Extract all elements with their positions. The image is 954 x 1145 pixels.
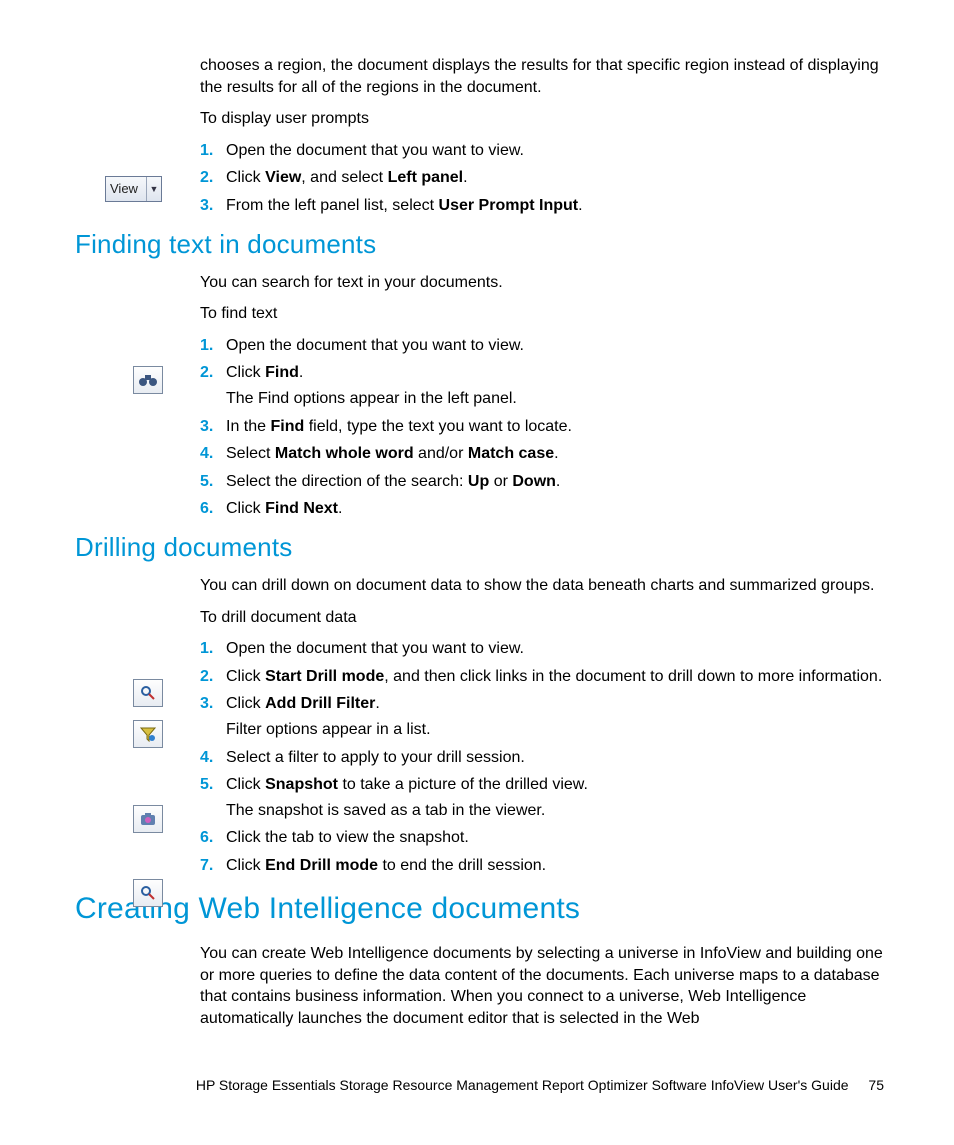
list-item: 2.Click View, and select Left panel.: [200, 167, 884, 189]
intro-lead: To display user prompts: [200, 108, 884, 130]
heading-finding-text: Finding text in documents: [75, 227, 884, 262]
list-item: 4.Select a filter to apply to your drill…: [200, 747, 884, 769]
list-item: 7.Click End Drill mode to end the drill …: [200, 855, 884, 877]
list-item: 3.From the left panel list, select User …: [200, 195, 884, 217]
list-item: 5.Click Snapshot to take a picture of th…: [200, 774, 884, 821]
drill-block: You can drill down on document data to s…: [200, 575, 884, 877]
intro-steps: 1.Open the document that you want to vie…: [200, 140, 884, 217]
page-number: 75: [868, 1077, 884, 1093]
chevron-down-icon: ▼: [146, 177, 161, 201]
view-dropdown-icon: View ▼: [105, 176, 162, 202]
find-lead: To find text: [200, 303, 884, 325]
list-item: 6.Click the tab to view the snapshot.: [200, 827, 884, 849]
end-drill-icon: [133, 879, 163, 907]
drill-intro: You can drill down on document data to s…: [200, 575, 884, 597]
drill-lead: To drill document data: [200, 607, 884, 629]
webi-block: You can create Web Intelligence document…: [200, 943, 884, 1029]
intro-block: chooses a region, the document displays …: [200, 55, 884, 217]
drill-filter-icon: [133, 720, 163, 748]
list-item: 5.Select the direction of the search: Up…: [200, 471, 884, 493]
list-item: 3.Click Add Drill Filter.Filter options …: [200, 693, 884, 740]
list-item: 4.Select Match whole word and/or Match c…: [200, 443, 884, 465]
document-page: View ▼ chooses a region, the document di…: [0, 0, 954, 1145]
list-item: 1.Open the document that you want to vie…: [200, 140, 884, 162]
heading-creating-webi: Creating Web Intelligence documents: [75, 889, 884, 930]
footer-title: HP Storage Essentials Storage Resource M…: [196, 1077, 849, 1093]
snapshot-icon: [133, 805, 163, 833]
find-intro: You can search for text in your document…: [200, 272, 884, 294]
list-item: 2.Click Find.The Find options appear in …: [200, 362, 884, 409]
binoculars-icon: [133, 366, 163, 394]
list-item: 6.Click Find Next.: [200, 498, 884, 520]
list-item: 1.Open the document that you want to vie…: [200, 638, 884, 660]
heading-drilling: Drilling documents: [75, 530, 884, 565]
page-footer: HP Storage Essentials Storage Resource M…: [0, 1076, 954, 1095]
webi-intro: You can create Web Intelligence document…: [200, 943, 884, 1029]
find-block: You can search for text in your document…: [200, 272, 884, 520]
list-item: 3.In the Find field, type the text you w…: [200, 416, 884, 438]
list-item: 1.Open the document that you want to vie…: [200, 335, 884, 357]
drill-steps: 1.Open the document that you want to vie…: [200, 638, 884, 876]
intro-paragraph: chooses a region, the document displays …: [200, 55, 884, 98]
find-steps: 1.Open the document that you want to vie…: [200, 335, 884, 520]
list-item: 2.Click Start Drill mode, and then click…: [200, 666, 884, 688]
drill-mode-icon: [133, 679, 163, 707]
